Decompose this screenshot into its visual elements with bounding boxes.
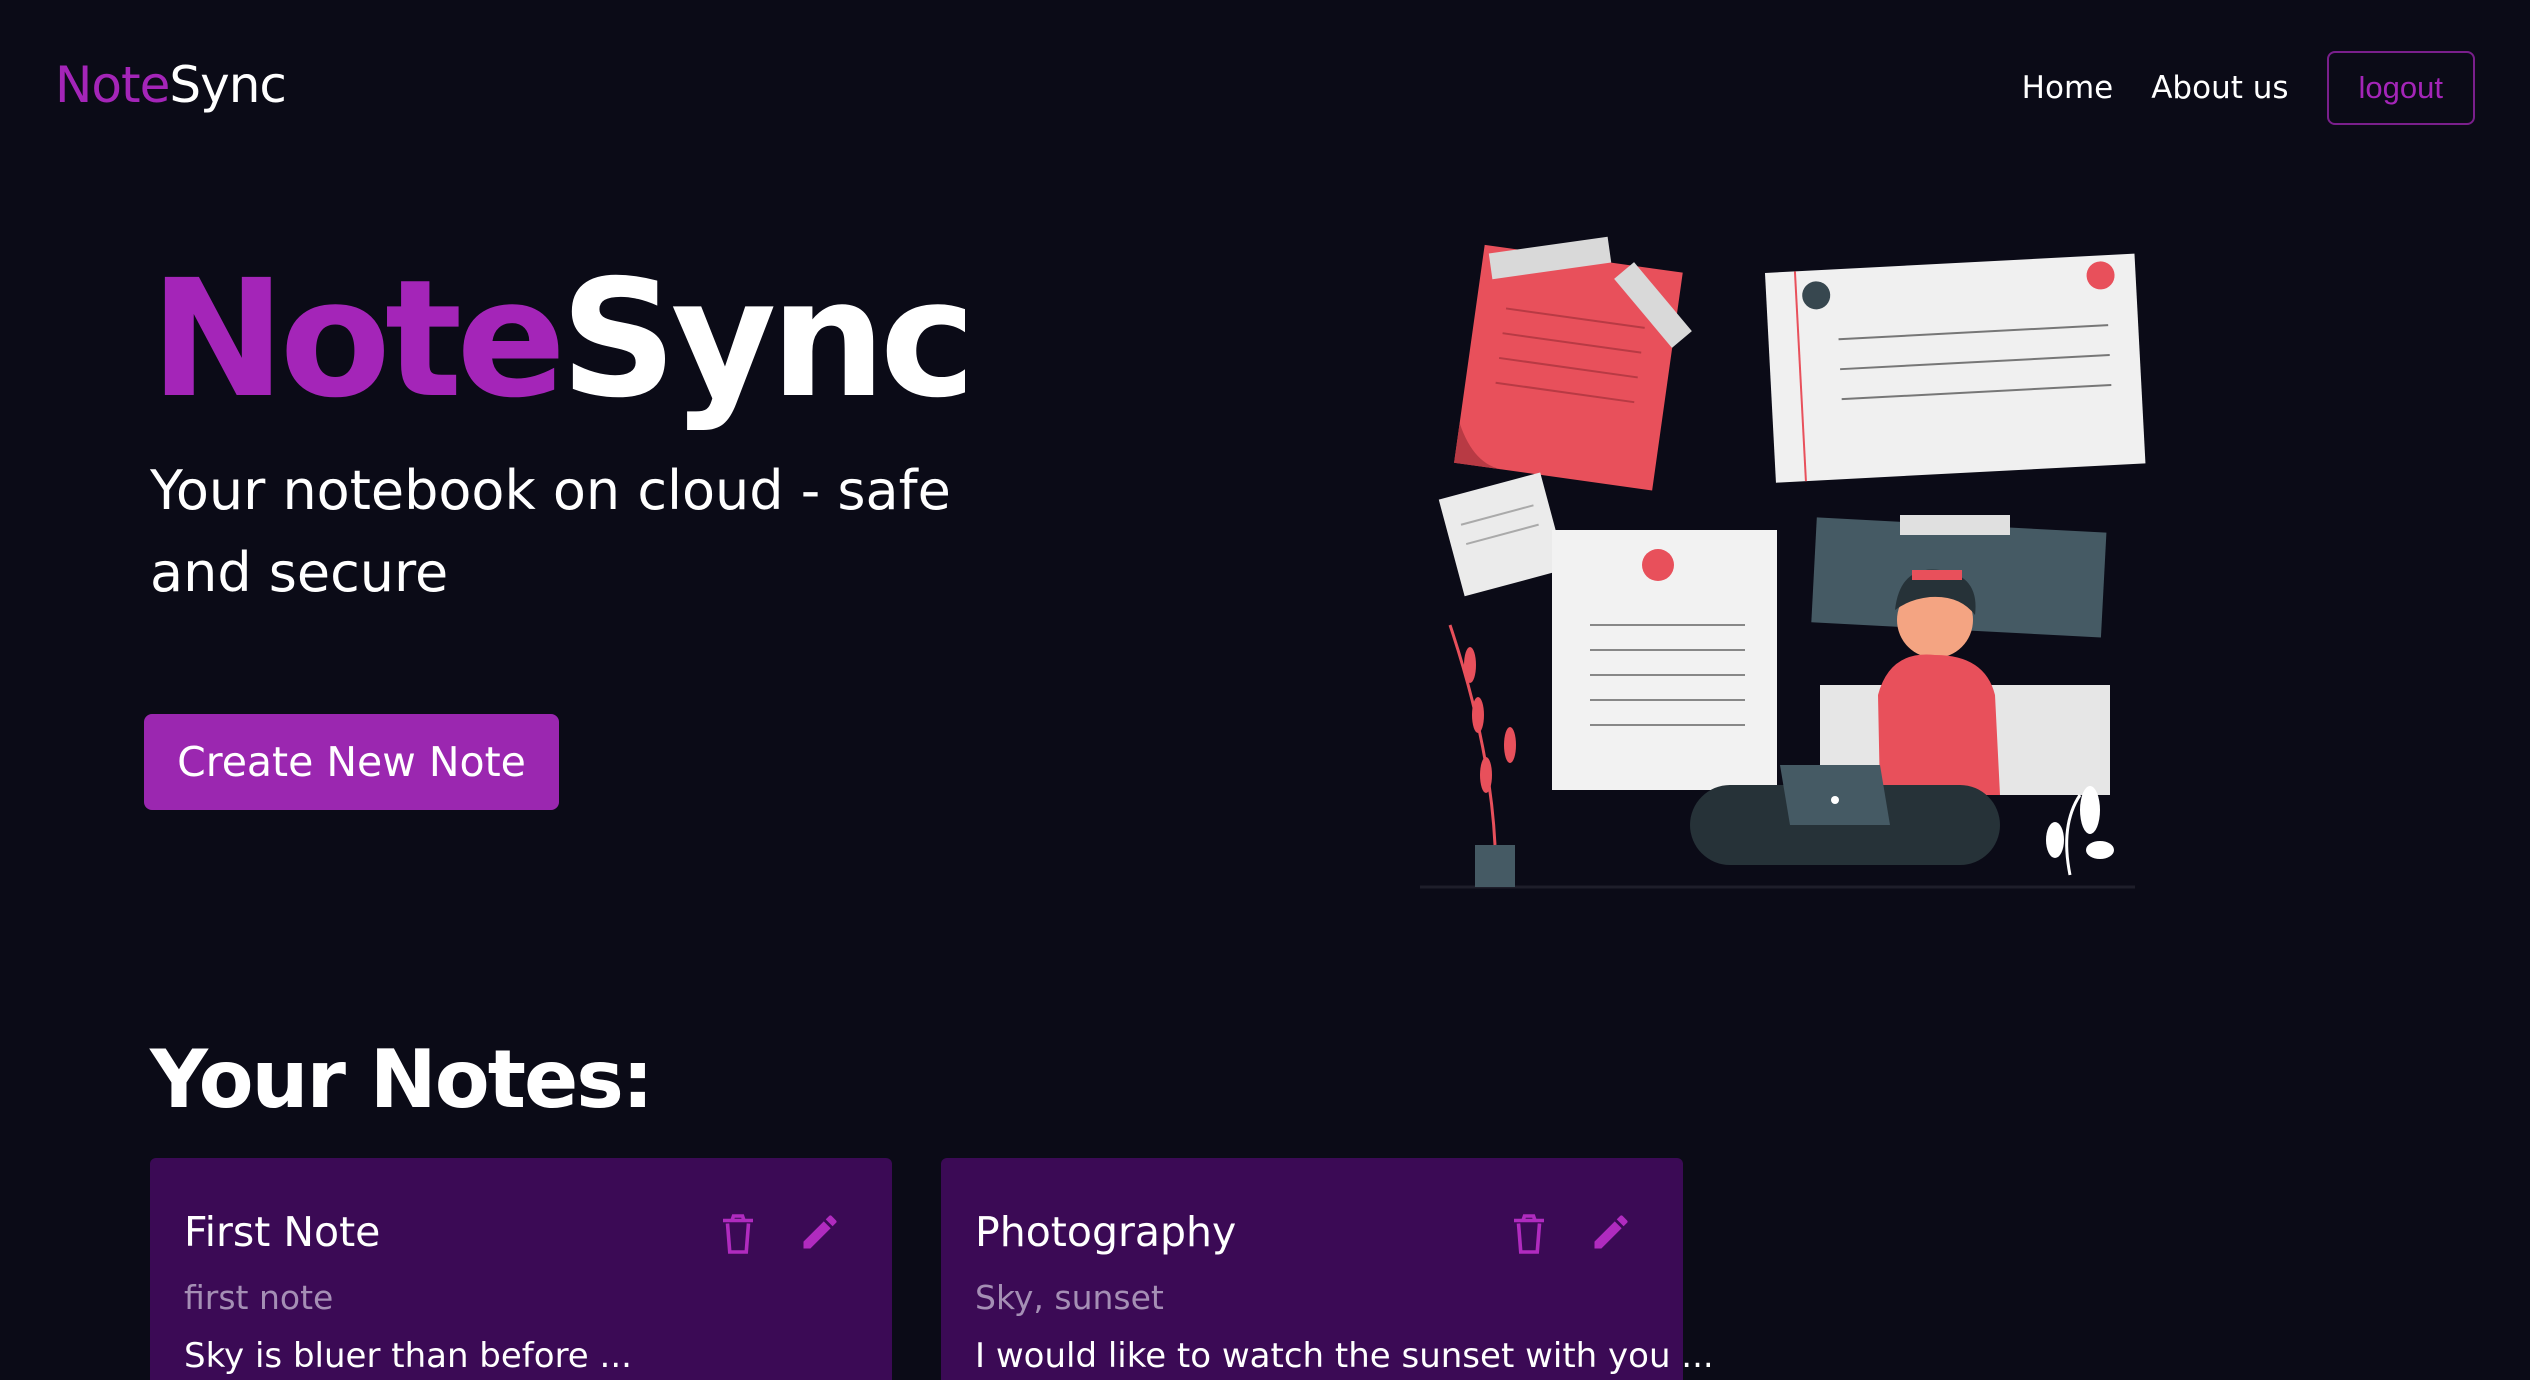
note-description: I would like to watch the sunset with yo… (975, 1336, 1714, 1376)
nav-home-link[interactable]: Home (2022, 70, 2114, 106)
logout-button[interactable]: logout (2326, 51, 2475, 125)
note-description: Sky is bluer than before ... (184, 1336, 632, 1376)
pencil-icon[interactable] (1589, 1210, 1633, 1254)
pencil-icon[interactable] (798, 1210, 842, 1254)
note-card[interactable]: First Note first note Sky is bluer than … (150, 1158, 892, 1380)
note-card[interactable]: Photography Sky, sunset I would like to … (941, 1158, 1714, 1380)
note-tag: first note (184, 1278, 334, 1317)
hero-title: NoteSync (150, 250, 976, 430)
notes-section-title: Your Notes: (150, 1033, 654, 1126)
navbar: Home About us logout (2022, 51, 2475, 125)
nav-about-link[interactable]: About us (2151, 70, 2288, 106)
note-title: First Note (184, 1208, 381, 1256)
note-title: Photography (975, 1208, 1237, 1256)
trash-icon[interactable] (720, 1213, 756, 1255)
page: NoteSync Home About us logout NoteSync Y… (0, 0, 2530, 1380)
brand-logo[interactable]: NoteSync (55, 50, 287, 120)
brand-part-sync: Sync (169, 56, 287, 114)
note-tag: Sky, sunset (975, 1278, 1164, 1317)
hero-title-sync: Sync (560, 246, 976, 434)
create-note-button[interactable]: Create New Note (144, 714, 559, 810)
trash-icon[interactable] (1511, 1213, 1547, 1255)
hero-title-note: Note (150, 246, 566, 434)
notes-illustration (1420, 236, 2146, 889)
hero-subtitle: Your notebook on cloud - safe and secure (150, 459, 951, 604)
brand-part-note: Note (55, 56, 170, 114)
